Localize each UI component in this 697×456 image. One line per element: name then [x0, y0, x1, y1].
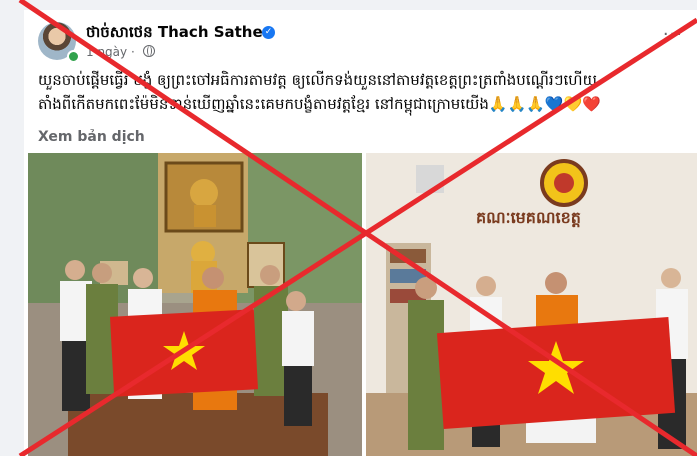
see-translation-link[interactable]: Xem bản dịch [38, 129, 145, 145]
post-text-line-1: យួនចាប់ផ្តើមធ្វើរ បង្ខំ ឲ្យព្រះចៅអធិការត… [38, 71, 597, 89]
author-name-khmer[interactable]: ថាច់សាថេន [86, 23, 153, 41]
photo-right-scene: គណៈមេគណខេត្ត [366, 153, 697, 456]
photo-left-scene [28, 153, 362, 456]
globe-icon [142, 45, 155, 57]
right-photo-sign: គណៈមេគណខេត្ត [476, 208, 581, 228]
post-text-line-2-body: តាំងពីកើតមកពេះម៉ែមិនទាន់ឃើញឆ្នាំនេះគេមកប… [38, 95, 489, 113]
post-photo-left[interactable] [28, 153, 362, 456]
post-timestamp[interactable]: 1 ngày [86, 45, 127, 59]
author-name-latin[interactable]: Thach Sathen [158, 23, 273, 41]
post-card: ថាច់សាថេន Thach Sathen ✓ 1 ngày · ··· យួ… [24, 10, 697, 456]
online-status-icon [67, 50, 80, 63]
post-photo-right[interactable]: គណៈមេគណខេត្ត [366, 153, 697, 456]
verified-badge-icon: ✓ [262, 26, 275, 39]
post-text-line-2: តាំងពីកើតមកពេះម៉ែមិនទាន់ឃើញឆ្នាំនេះគេមកប… [38, 92, 688, 116]
more-options-button[interactable]: ··· [663, 24, 683, 45]
post-emojis: 🙏🙏🙏💙💛❤️ [488, 95, 601, 113]
post-meta: 1 ngày · [86, 45, 155, 59]
author-name[interactable]: ថាច់សាថេន Thach Sathen [86, 23, 273, 45]
post-text: យួនចាប់ផ្តើមធ្វើរ បង្ខំ ឲ្យព្រះចៅអធិការត… [38, 68, 688, 116]
